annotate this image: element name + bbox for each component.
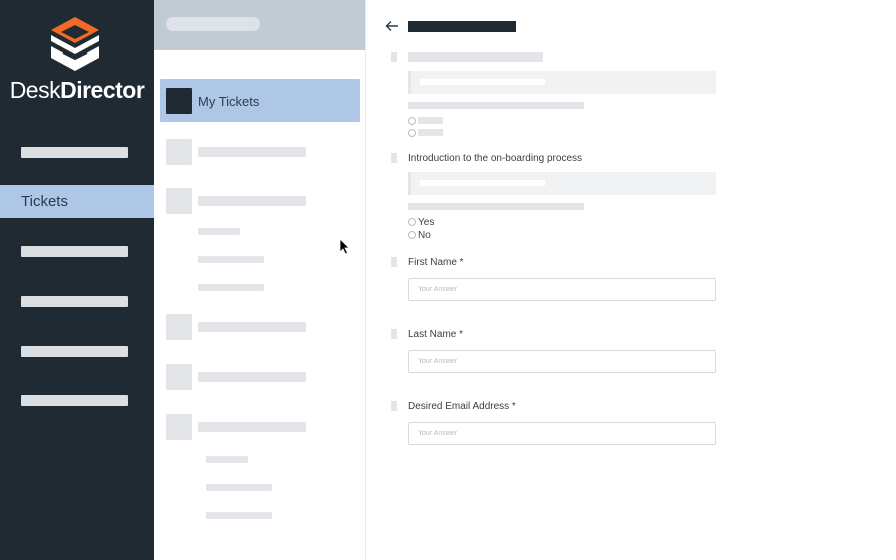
category-icon	[166, 139, 192, 165]
sidebar-item-placeholder[interactable]	[21, 147, 128, 158]
main-sidebar: DeskDirector Tickets	[0, 0, 154, 560]
category-icon	[166, 314, 192, 340]
question-marker	[391, 257, 397, 267]
question-marker	[391, 52, 397, 62]
list-item[interactable]	[198, 196, 306, 206]
list-item-my-tickets[interactable]: My Tickets	[160, 79, 360, 122]
list-subitem[interactable]	[206, 456, 248, 463]
panel-header	[154, 0, 365, 50]
last-name-label: Last Name *	[408, 329, 464, 340]
question-marker	[391, 153, 397, 163]
answer-box[interactable]	[408, 172, 716, 195]
list-item-label: My Tickets	[198, 94, 260, 109]
brand-name-light: Desk	[9, 77, 61, 103]
question-marker	[391, 401, 397, 411]
category-icon	[166, 188, 192, 214]
question-marker	[391, 329, 397, 339]
ticket-category-panel: My Tickets	[154, 0, 366, 560]
form-title	[408, 21, 516, 32]
radio-option-label	[418, 117, 443, 124]
question-description	[408, 203, 584, 210]
last-name-input[interactable]	[408, 350, 716, 373]
radio-no-label: No	[418, 230, 431, 241]
radio-yes[interactable]	[408, 218, 416, 226]
first-name-label: First Name *	[408, 257, 464, 268]
radio-button[interactable]	[408, 129, 416, 137]
list-item[interactable]	[198, 147, 306, 157]
radio-button[interactable]	[408, 117, 416, 125]
email-input[interactable]	[408, 422, 716, 445]
question-label-onboarding: Introduction to the on-boarding process	[408, 153, 582, 164]
mouse-pointer-icon	[339, 238, 350, 255]
first-name-input[interactable]	[408, 278, 716, 301]
question-description	[408, 102, 584, 109]
list-subitem[interactable]	[198, 256, 264, 263]
list-subitem[interactable]	[206, 512, 272, 519]
sidebar-item-placeholder[interactable]	[21, 346, 128, 357]
list-subitem[interactable]	[198, 284, 264, 291]
sidebar-item-label: Tickets	[21, 193, 68, 210]
list-item[interactable]	[198, 372, 306, 382]
list-item[interactable]	[198, 322, 306, 332]
email-label: Desired Email Address *	[408, 401, 516, 412]
question-label	[408, 52, 543, 62]
brand-name: DeskDirector	[0, 77, 154, 104]
radio-yes-label: Yes	[418, 217, 435, 228]
back-arrow-icon[interactable]	[385, 20, 399, 32]
deskdirector-logo-icon	[51, 17, 99, 71]
sidebar-item-tickets[interactable]: Tickets	[0, 185, 154, 218]
list-subitem[interactable]	[206, 484, 272, 491]
sidebar-item-placeholder[interactable]	[21, 296, 128, 307]
list-item[interactable]	[198, 422, 306, 432]
list-subitem[interactable]	[198, 228, 240, 235]
search-input[interactable]	[166, 17, 260, 31]
radio-no[interactable]	[408, 231, 416, 239]
sidebar-item-placeholder[interactable]	[21, 395, 128, 406]
category-icon	[166, 364, 192, 390]
answer-box[interactable]	[408, 71, 716, 94]
sidebar-item-placeholder[interactable]	[21, 246, 128, 257]
category-icon	[166, 414, 192, 440]
category-icon	[166, 88, 192, 114]
radio-option-label	[418, 129, 443, 136]
brand-name-bold: Director	[60, 77, 145, 103]
